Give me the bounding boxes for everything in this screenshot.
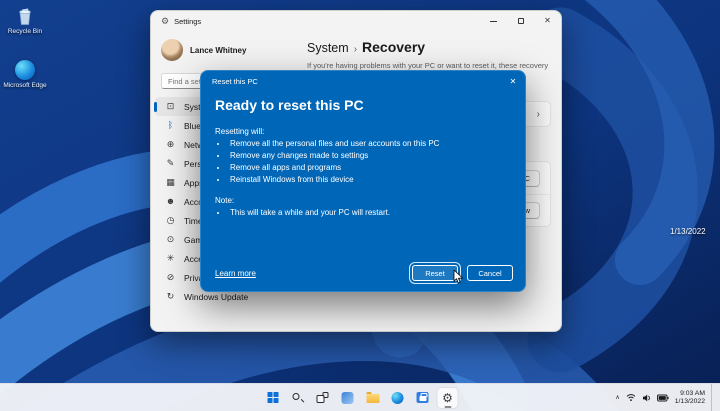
taskbar-search-button[interactable] [288, 388, 308, 408]
chevron-right-icon: › [537, 109, 540, 120]
task-view-button[interactable] [313, 388, 333, 408]
settings-gear-icon: ⚙ [161, 17, 169, 26]
resetting-will-label: Resetting will: [215, 127, 511, 136]
breadcrumb: System › Recovery [307, 39, 549, 55]
desktop-date-text: 1/13/2022 [670, 227, 706, 236]
desktop-icon-label: Recycle Bin [2, 28, 48, 36]
taskbar: ⚙ ∧ 9:03 AM 1/13/2022 [0, 383, 720, 411]
privacy-icon: ⊘ [165, 273, 176, 282]
windows-update-icon: ↻ [165, 292, 176, 301]
list-item: Remove all the personal files and user a… [228, 138, 511, 150]
personalization-icon: ✎ [165, 159, 176, 168]
list-item: Reinstall Windows from this device [228, 174, 511, 186]
task-view-icon [316, 392, 329, 404]
close-icon: ✕ [510, 77, 517, 86]
accessibility-icon: ✳ [165, 254, 176, 263]
dialog-heading: Ready to reset this PC [215, 97, 511, 113]
window-title: Settings [174, 17, 201, 26]
cancel-button[interactable]: Cancel [467, 265, 513, 281]
clock-time: 9:03 AM [675, 390, 705, 398]
network-icon: ⊕ [165, 140, 176, 149]
desktop-icon-label: Microsoft Edge [2, 82, 48, 90]
desktop: Recycle Bin Microsoft Edge 1/13/2022 ⚙ S… [0, 0, 720, 411]
search-icon [292, 392, 304, 404]
desktop-icon-recycle-bin[interactable]: Recycle Bin [2, 4, 48, 36]
edge-button[interactable] [388, 388, 408, 408]
windows-logo-icon [267, 392, 278, 403]
resetting-effects-list: Remove all the personal files and user a… [215, 138, 511, 186]
wifi-icon[interactable] [626, 393, 636, 402]
accounts-icon: ☻ [165, 197, 176, 206]
show-desktop-button[interactable] [711, 384, 715, 411]
list-item: This will take a while and your PC will … [228, 207, 511, 219]
desktop-icon-microsoft-edge[interactable]: Microsoft Edge [2, 58, 48, 90]
edge-icon [2, 58, 48, 82]
battery-icon[interactable] [657, 394, 669, 402]
note-list: This will take a while and your PC will … [215, 207, 511, 219]
page-title: Recovery [362, 39, 425, 55]
minimize-icon [490, 21, 497, 22]
hidden-icons-chevron[interactable]: ∧ [615, 394, 619, 401]
file-explorer-button[interactable] [363, 388, 383, 408]
microsoft-store-button[interactable] [413, 388, 433, 408]
clock-date: 1/13/2022 [675, 398, 705, 406]
gear-icon: ⚙ [442, 392, 453, 404]
reset-button[interactable]: Reset [412, 265, 458, 281]
list-item: Remove any changes made to settings [228, 150, 511, 162]
learn-more-link[interactable]: Learn more [215, 269, 256, 278]
chevron-right-icon: › [354, 44, 357, 55]
user-avatar [161, 39, 183, 61]
edge-icon [392, 392, 404, 404]
active-indicator [154, 102, 157, 112]
apps-icon: ▦ [165, 178, 176, 187]
breadcrumb-system-link[interactable]: System [307, 41, 349, 55]
dialog-titlebar[interactable]: Reset this PC ✕ [201, 71, 525, 91]
close-button[interactable]: ✕ [534, 11, 561, 31]
list-item: Remove all apps and programs [228, 162, 511, 174]
widgets-icon [342, 392, 354, 404]
settings-titlebar[interactable]: ⚙ Settings ✕ [151, 11, 561, 31]
close-icon: ✕ [544, 17, 551, 25]
taskbar-clock[interactable]: 9:03 AM 1/13/2022 [675, 390, 705, 406]
user-name: Lance Whitney [190, 46, 246, 55]
settings-app-button[interactable]: ⚙ [438, 388, 458, 408]
note-label: Note: [215, 196, 511, 205]
maximize-icon [518, 18, 524, 24]
start-button[interactable] [263, 388, 283, 408]
gaming-icon: ⊙ [165, 235, 176, 244]
minimize-button[interactable] [480, 11, 507, 31]
dialog-close-button[interactable]: ✕ [501, 71, 525, 91]
system-icon: ⊡ [165, 102, 176, 111]
store-icon [417, 392, 429, 403]
time-language-icon: ◷ [165, 216, 176, 225]
file-explorer-icon [366, 394, 379, 403]
reset-this-pc-dialog: Reset this PC ✕ Ready to reset this PC R… [200, 70, 526, 292]
user-account-row[interactable]: Lance Whitney [151, 35, 303, 65]
dialog-title: Reset this PC [212, 77, 258, 86]
sidebar-item-label: Windows Update [184, 292, 248, 302]
bluetooth-icon: ᛒ [165, 121, 176, 130]
widgets-button[interactable] [338, 388, 358, 408]
maximize-button[interactable] [507, 11, 534, 31]
active-app-indicator [444, 406, 451, 408]
recycle-bin-icon [2, 4, 48, 28]
volume-icon[interactable] [642, 394, 651, 402]
mouse-cursor [453, 270, 464, 285]
